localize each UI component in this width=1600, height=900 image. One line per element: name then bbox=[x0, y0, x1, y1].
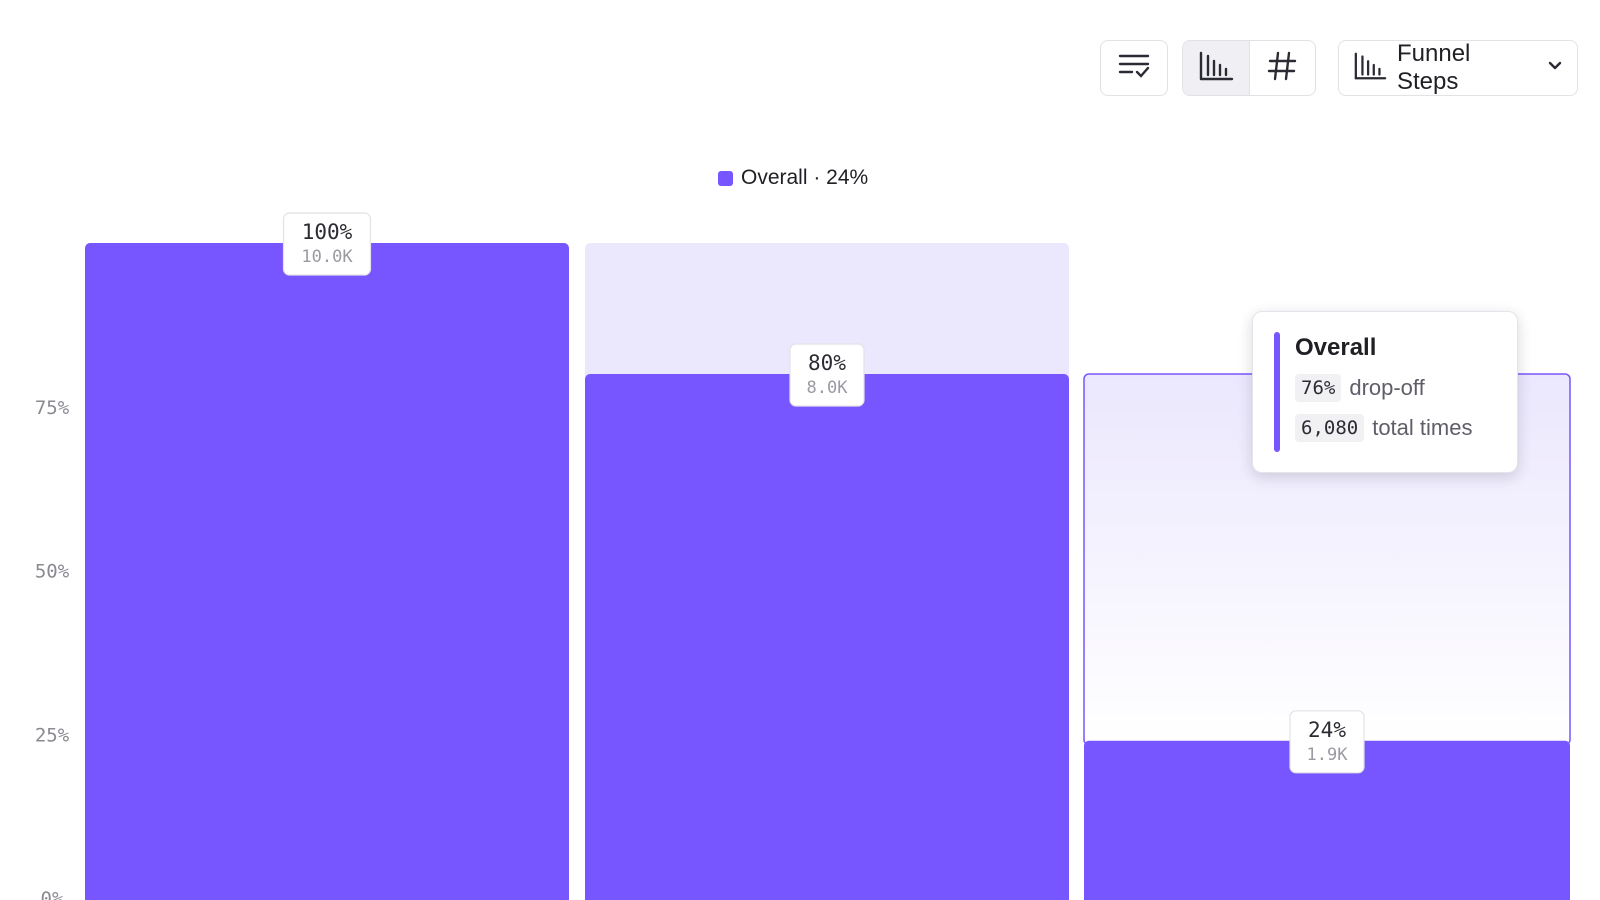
tooltip-total-label: total times bbox=[1372, 415, 1473, 440]
y-tick-label: 75% bbox=[35, 397, 70, 419]
tooltip-dropoff-value: 76% bbox=[1295, 374, 1342, 402]
funnel-bar bbox=[85, 243, 569, 900]
data-label-percent: 100% bbox=[302, 220, 353, 244]
data-label-count: 10.0K bbox=[301, 247, 353, 267]
hover-tooltip: Overall 76% drop-off 6,080 total times bbox=[1252, 311, 1518, 473]
y-tick-label: 50% bbox=[35, 561, 70, 583]
tooltip-dropoff-label: drop-off bbox=[1349, 375, 1425, 400]
data-label-percent: 24% bbox=[1308, 718, 1346, 742]
y-tick-label: 25% bbox=[35, 724, 70, 746]
funnel-bar bbox=[585, 374, 1069, 900]
tooltip-total-row: 6,080 total times bbox=[1295, 414, 1472, 442]
data-label-count: 1.9K bbox=[1307, 745, 1349, 765]
data-label-percent: 80% bbox=[808, 351, 846, 375]
funnel-chart-page: Funnel Steps Overall · 24% 0% 25% 50% 75% 10… bbox=[0, 0, 1600, 900]
y-tick-label: 0% bbox=[41, 888, 64, 900]
tooltip-color-bar bbox=[1274, 332, 1280, 452]
data-label-count: 8.0K bbox=[807, 378, 849, 398]
tooltip-title: Overall bbox=[1295, 334, 1377, 361]
tooltip-dropoff-row: 76% drop-off bbox=[1295, 374, 1425, 402]
tooltip-total-value: 6,080 bbox=[1295, 414, 1365, 442]
